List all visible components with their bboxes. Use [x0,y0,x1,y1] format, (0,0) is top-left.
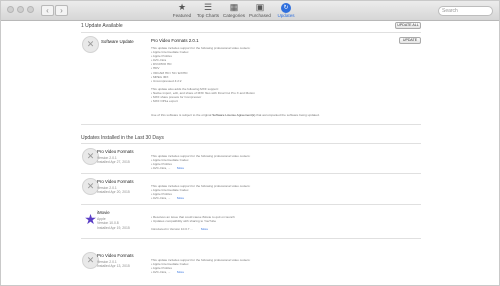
tab-updates[interactable]: ↻ Updates [273,2,299,18]
app-store-window: ‹ › ★ Featured ☰ Top Charts ▦ Categories… [0,0,500,286]
installed-item-meta: Version 2.0.1 Installed Apr 27, 2015 [97,156,130,165]
forward-button[interactable]: › [55,5,68,16]
update-button[interactable]: UPDATE [399,37,421,44]
installed-date: Installed Apr 27, 2015 [97,160,130,165]
minimize-window-button[interactable] [17,6,24,13]
nav-arrows: ‹ › [41,5,68,16]
purchased-icon: ▣ [255,2,265,12]
star-icon: ★ [177,2,187,12]
more-link[interactable]: More [201,227,221,231]
tab-purchased[interactable]: ▣ Purchased [247,2,273,18]
divider [81,32,421,33]
more-link[interactable]: More [177,196,197,200]
divider [81,238,421,239]
divider [81,173,421,174]
zoom-window-button[interactable] [27,6,34,13]
tab-label: Featured [172,13,192,18]
installed-updates-header: Updates Installed in the Last 30 Days [81,135,164,141]
tab-label: Purchased [249,13,271,18]
installed-item-meta: Apple Version 10.0.8 Installed Apr 19, 201… [97,217,130,230]
license-suffix: that accompanied the software being upda… [255,113,320,117]
installed-date: Installed Apr 19, 2015 [97,225,130,230]
close-window-button[interactable] [7,6,14,13]
tab-top-charts[interactable]: ☰ Top Charts [195,2,221,18]
tab-categories[interactable]: ▦ Categories [221,2,247,18]
tab-featured[interactable]: ★ Featured [169,2,195,18]
update-all-button[interactable]: UPDATE ALL [395,22,421,29]
installed-item-meta: Version 2.0.1 Installed Apr 20, 2015 [97,186,130,195]
tab-label: Top Charts [196,13,220,18]
pending-updates-header: 1 Update Available [81,23,123,29]
software-update-icon: ✕ [82,36,99,53]
installed-item-description: • Resolves an issue that could cause iMo… [151,215,235,232]
installed-item-meta: Version 2.0.1 Installed Apr 13, 2015 [97,260,130,269]
list-icon: ☰ [203,2,213,12]
installed-item-name: Pro Video Formats [97,179,134,184]
software-update-name: Software Update [101,39,134,44]
grid-icon: ▦ [229,2,239,12]
installed-date: Installed Apr 13, 2015 [97,264,130,269]
installed-item-name: Pro Video Formats [97,253,134,258]
installed-item-name: iMovie [97,210,110,215]
more-link[interactable]: More [177,270,197,274]
tab-label: Updates [277,13,295,18]
tab-label: Categories [222,13,246,18]
license-prefix: Use of this software is subject to the o… [151,113,213,117]
divider [81,204,421,205]
installed-date: Installed Apr 20, 2015 [97,190,130,195]
search-input[interactable]: Search [438,6,493,16]
installed-item-name: Pro Video Formats [97,149,134,154]
divider [81,124,421,125]
updates-content: 1 Update Available UPDATE ALL ✕ Software… [1,22,499,285]
divider [81,143,421,144]
license-note: Use of this software is subject to the o… [151,113,320,117]
license-link[interactable]: Software License Agreement(s) [212,113,255,117]
toolbar-tabs: ★ Featured ☰ Top Charts ▦ Categories ▣ P… [169,2,299,18]
update-title: Pro Video Formats 2.0.1 [151,38,199,43]
update-description: This update includes support for the fol… [151,46,255,104]
more-link[interactable]: More [177,166,197,170]
updates-icon: ↻ [281,3,291,13]
titlebar: ‹ › ★ Featured ☰ Top Charts ▦ Categories… [1,1,499,21]
back-button[interactable]: ‹ [41,5,54,16]
